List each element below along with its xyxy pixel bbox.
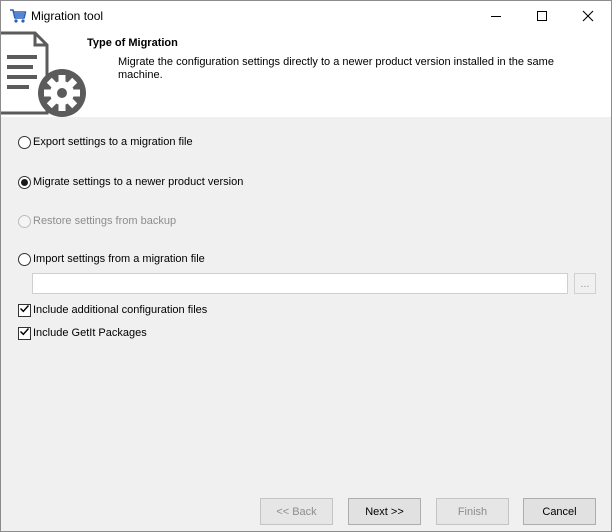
maximize-icon <box>536 10 548 22</box>
window-title: Migration tool <box>31 9 104 23</box>
checkbox[interactable] <box>18 303 31 317</box>
close-button[interactable] <box>565 1 611 31</box>
next-button[interactable]: Next >> <box>348 498 421 525</box>
checkbox-additional-config[interactable]: Include additional configuration files <box>18 302 207 318</box>
radio-export-settings[interactable]: Export settings to a migration file <box>18 134 193 150</box>
browse-button[interactable]: ... <box>574 273 596 294</box>
minimize-icon <box>490 10 502 22</box>
minimize-button[interactable] <box>473 1 519 31</box>
finish-button: Finish <box>436 498 509 525</box>
title-bar[interactable]: Migration tool <box>1 1 611 31</box>
maximize-button[interactable] <box>519 1 565 31</box>
checkmark-icon <box>19 303 30 317</box>
back-button: << Back <box>260 498 333 525</box>
radio-button[interactable] <box>18 252 31 266</box>
radio-import-settings[interactable]: Import settings from a migration file <box>18 251 205 267</box>
migration-tool-window: Migration tool Type of Migration Migrate… <box>0 0 612 532</box>
settings-document-icon <box>1 31 89 117</box>
header-description: Migrate the configuration settings direc… <box>118 56 554 81</box>
wizard-header: Type of Migration Migrate the configurat… <box>1 31 611 117</box>
radio-button-disabled <box>18 214 31 228</box>
radio-label: Migrate settings to a newer product vers… <box>33 176 244 188</box>
cancel-button[interactable]: Cancel <box>523 498 596 525</box>
radio-button[interactable] <box>18 135 31 149</box>
radio-label: Export settings to a migration file <box>33 136 193 148</box>
radio-label: Import settings from a migration file <box>33 253 205 265</box>
header-title: Type of Migration <box>87 37 178 49</box>
checkbox-label: Include GetIt Packages <box>33 327 147 339</box>
radio-button-selected[interactable] <box>18 175 31 189</box>
wizard-body: Export settings to a migration file Migr… <box>1 117 611 531</box>
close-icon <box>582 10 594 22</box>
cart-icon <box>9 8 27 24</box>
radio-restore-backup: Restore settings from backup <box>18 213 176 229</box>
import-file-path-input[interactable] <box>32 273 568 294</box>
radio-label: Restore settings from backup <box>33 215 177 227</box>
checkbox-getit-packages[interactable]: Include GetIt Packages <box>18 325 147 341</box>
checkmark-icon <box>19 326 30 340</box>
radio-migrate-settings[interactable]: Migrate settings to a newer product vers… <box>18 174 243 190</box>
checkbox-label: Include additional configuration files <box>33 304 208 316</box>
checkbox[interactable] <box>18 326 31 340</box>
